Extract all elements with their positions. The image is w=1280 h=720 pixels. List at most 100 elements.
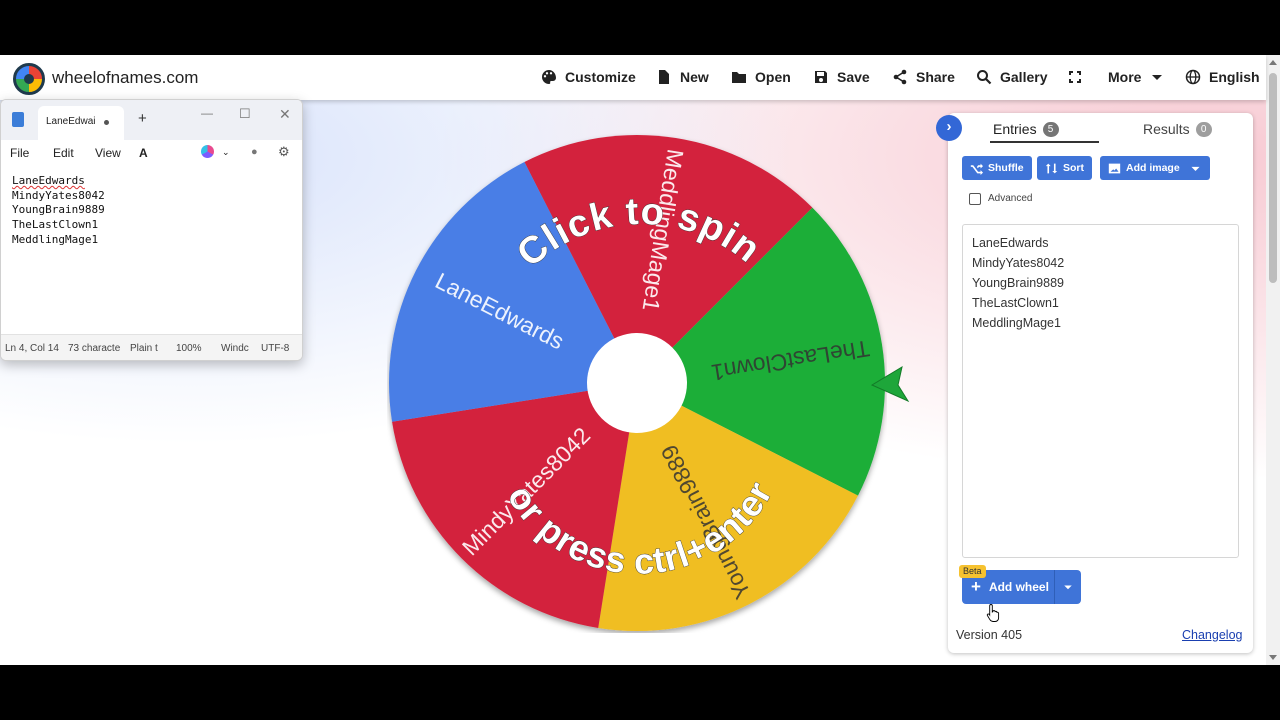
browser-viewport: wheelofnames.com Customize New Open Save… [0,55,1280,665]
site-name[interactable]: wheelofnames.com [52,68,198,88]
entries-count-badge: 5 [1042,121,1059,137]
search-icon [977,70,992,85]
shuffle-button[interactable]: Shuffle [962,156,1032,180]
customize-label: Customize [565,69,636,85]
wheel-center[interactable] [587,333,687,433]
fullscreen-button[interactable] [1067,69,1083,85]
notepad-menubar: File Edit View A ⌄ ● ⚙ [1,140,302,166]
notepad-text-area[interactable]: LaneEdwards MindyYates8042 YoungBrain988… [1,166,302,334]
notepad-line: MeddlingMage1 [12,232,99,246]
globe-icon [1185,69,1201,85]
notepad-statusbar: Ln 4, Col 14 73 characte Plain t 100% Wi… [1,334,302,360]
notepad-line: LaneEdwards [12,174,85,187]
more-label: More [1108,69,1142,85]
notepad-line: TheLastClown1 [12,218,99,232]
share-label: Share [916,69,955,85]
wheel-graphic[interactable]: MeddlingMage1TheLastClown1YoungBrain9889… [387,133,887,633]
customize-button[interactable]: Customize [541,69,636,85]
beta-badge: Beta [959,565,986,578]
scroll-down-icon[interactable] [1269,655,1277,660]
file-icon [659,70,669,84]
sort-label: Sort [1063,162,1084,174]
notepad-tab-title: LaneEdwai [46,116,96,127]
advanced-label[interactable]: Advanced [988,193,1032,204]
status-eol: Windc [221,343,249,354]
status-chars: 73 characte [68,343,121,354]
wheel[interactable]: MeddlingMage1 TheLastClown1 YoungBrain9889… [387,133,887,633]
copilot-icon[interactable] [201,145,214,158]
results-count-badge: 0 [1195,121,1212,137]
open-label: Open [755,69,791,85]
open-button[interactable]: Open [731,69,791,85]
caret-down-icon [1191,166,1200,171]
entries-textarea[interactable]: LaneEdwards MindyYates8042 YoungBrain988… [962,224,1239,558]
page-scrollbar[interactable] [1266,55,1280,665]
entry-line: LaneEdwards [972,236,1049,250]
active-tab-indicator [990,141,1099,143]
caret-down-icon [1064,585,1072,590]
save-button[interactable]: Save [813,69,870,85]
logo-icon[interactable] [13,63,45,95]
sort-button[interactable]: Sort [1037,156,1092,180]
tab-results-label: Results [1143,121,1190,137]
new-button[interactable]: New [656,69,709,85]
menu-view[interactable]: View [95,146,121,160]
close-icon[interactable]: ✕ [279,106,291,123]
changelog-link[interactable]: Changelog [1182,628,1242,642]
add-image-label: Add image [1126,162,1180,174]
scroll-thumb[interactable] [1269,73,1277,283]
notepad-tab[interactable]: LaneEdwai [38,106,124,140]
collapse-panel-button[interactable]: › [936,115,962,141]
menu-file[interactable]: File [10,146,29,160]
add-image-button[interactable]: Add image [1100,156,1210,180]
status-encoding: UTF-8 [261,343,290,354]
advanced-checkbox[interactable] [969,193,981,205]
chevron-down-icon[interactable]: ⌄ [222,147,230,158]
add-wheel-label: Add wheel [988,580,1049,594]
chevron-right-icon: › [946,118,952,135]
folder-icon [732,72,746,83]
shuffle-icon [970,163,983,175]
add-wheel-dropdown[interactable] [1055,570,1081,604]
entry-line: TheLastClown1 [972,296,1059,310]
fullscreen-icon [1069,71,1081,83]
tab-results[interactable]: Results 0 [1143,121,1212,137]
entries-panel: Entries 5 Results 0 Shuffle Sort Add ima… [948,113,1253,653]
gear-icon[interactable]: ⚙ [278,144,290,160]
tab-entries[interactable]: Entries 5 [993,121,1059,137]
text-format-icon[interactable]: A [139,146,148,160]
gallery-label: Gallery [1000,69,1048,85]
new-label: New [680,69,709,85]
entry-line: YoungBrain9889 [972,276,1064,290]
notepad-window[interactable]: LaneEdwai + — ☐ ✕ File Edit View A ⌄ ● ⚙… [0,99,303,361]
entry-line: MeddlingMage1 [972,316,1061,330]
more-button[interactable]: More [1108,69,1165,85]
caret-down-icon [1152,75,1163,80]
wheel-pointer-icon [870,365,910,403]
share-button[interactable]: Share [892,69,955,85]
unsaved-dot-icon[interactable] [104,120,109,125]
status-position: Ln 4, Col 14 [5,343,59,354]
scroll-up-icon[interactable] [1269,60,1277,65]
floppy-icon [815,71,827,83]
save-label: Save [837,69,870,85]
plus-icon: + [971,577,981,596]
image-icon [1108,163,1121,173]
notepad-line: YoungBrain9889 [12,203,105,217]
status-format: Plain t [130,343,158,354]
entry-line: MindyYates8042 [972,256,1065,270]
tab-entries-label: Entries [993,121,1037,137]
language-button[interactable]: English [1185,69,1260,85]
gallery-button[interactable]: Gallery [976,69,1047,85]
account-icon[interactable]: ● [251,146,258,158]
maximize-icon[interactable]: ☐ [239,106,251,122]
notepad-titlebar[interactable]: LaneEdwai + — ☐ ✕ [1,100,302,140]
share-icon [893,69,907,85]
shuffle-label: Shuffle [988,162,1024,174]
new-tab-icon[interactable]: + [138,110,147,127]
menu-edit[interactable]: Edit [53,146,74,160]
version-text: Version 405 [956,628,1023,642]
sort-icon [1045,163,1058,173]
language-label: English [1209,69,1260,85]
minimize-icon[interactable]: — [201,106,213,120]
